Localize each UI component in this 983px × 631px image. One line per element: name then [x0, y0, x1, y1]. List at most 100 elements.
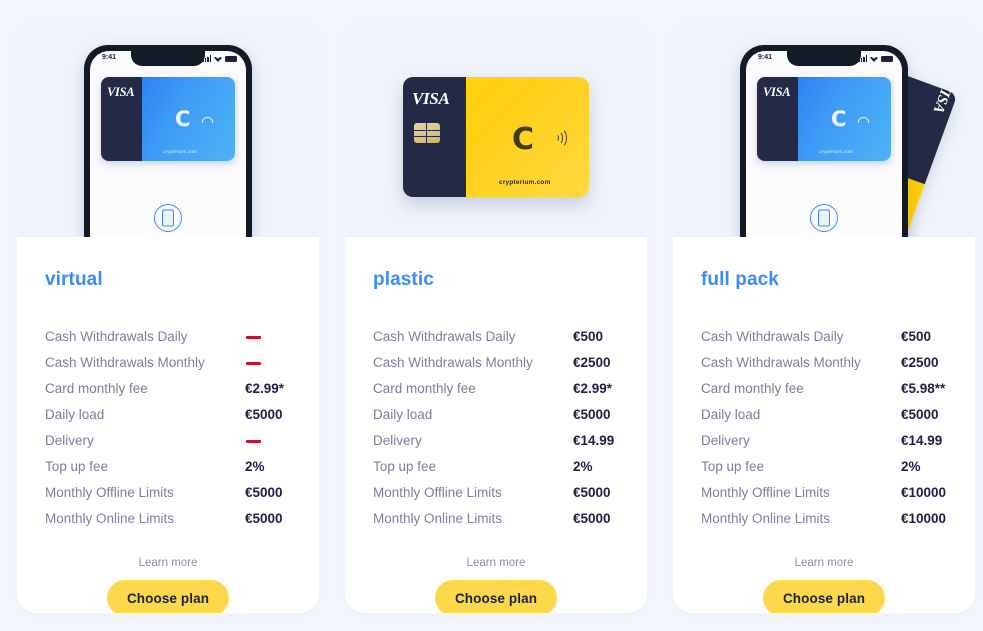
plan-spec-list: Cash Withdrawals Daily €500 Cash Withdra… — [373, 324, 623, 532]
spec-label: Daily load — [373, 407, 433, 422]
spec-label: Delivery — [701, 433, 750, 448]
spec-row: Delivery €14.99 — [373, 428, 623, 454]
spec-label: Cash Withdrawals Daily — [45, 329, 188, 344]
hold-near-reader-icon — [810, 204, 838, 232]
plan-title: plastic — [373, 269, 434, 290]
phone-mockup: 9:41 VISA C crypterium.com — [84, 45, 252, 237]
spec-value-dash-icon — [246, 362, 261, 365]
plan-title: full pack — [701, 269, 779, 290]
visa-logo: VISA — [412, 89, 450, 108]
plan-spec-list: Cash Withdrawals Daily Cash Withdrawals … — [45, 324, 295, 532]
spec-row: Card monthly fee €5.98** — [701, 376, 951, 402]
spec-row: Card monthly fee €2.99* — [373, 376, 623, 402]
learn-more-link[interactable]: Learn more — [673, 557, 975, 569]
contactless-icon — [553, 128, 567, 148]
spec-label: Top up fee — [701, 459, 765, 474]
spec-row: Cash Withdrawals Daily — [45, 324, 295, 350]
spec-row: Daily load €5000 — [45, 402, 295, 428]
spec-value: €14.99 — [901, 433, 943, 448]
spec-value: €5000 — [573, 485, 611, 500]
spec-label: Cash Withdrawals Monthly — [373, 355, 533, 370]
contactless-icon — [202, 117, 213, 123]
visa-logo: VISA — [763, 85, 791, 99]
contactless-icon — [858, 117, 869, 123]
spec-row: Cash Withdrawals Monthly €2500 — [373, 350, 623, 376]
phone-screen: 9:41 VISA C crypterium.com — [746, 51, 902, 237]
wifi-icon — [214, 56, 222, 62]
spec-value: €10000 — [901, 511, 947, 526]
crypterium-c-logo: C — [175, 107, 191, 131]
spec-value: €500 — [901, 329, 932, 344]
spec-value: €5.98** — [901, 381, 946, 396]
spec-row: Top up fee 2% — [701, 454, 951, 480]
spec-row: Cash Withdrawals Monthly — [45, 350, 295, 376]
learn-more-link[interactable]: Learn more — [345, 557, 647, 569]
spec-row: Delivery — [45, 428, 295, 454]
spec-label: Monthly Offline Limits — [701, 485, 830, 500]
plan-title: virtual — [45, 269, 103, 290]
spec-label: Monthly Online Limits — [373, 511, 503, 526]
status-time: 9:41 — [758, 54, 773, 61]
spec-label: Card monthly fee — [45, 381, 148, 396]
spec-row: Daily load €5000 — [373, 402, 623, 428]
virtual-visa-card: VISA C crypterium.com — [757, 77, 891, 161]
spec-label: Daily load — [701, 407, 761, 422]
emv-chip-icon — [414, 123, 440, 143]
spec-row: Delivery €14.99 — [701, 428, 951, 454]
choose-plan-button[interactable]: Choose plan — [435, 580, 557, 613]
spec-row: Cash Withdrawals Daily €500 — [701, 324, 951, 350]
phone-notch-icon — [787, 51, 861, 66]
spec-row: Card monthly fee €2.99* — [45, 376, 295, 402]
spec-label: Cash Withdrawals Daily — [701, 329, 844, 344]
plan-spec-list: Cash Withdrawals Daily €500 Cash Withdra… — [701, 324, 951, 532]
spec-row: Daily load €5000 — [701, 402, 951, 428]
card-domain-text: crypterium.com — [163, 149, 198, 154]
spec-value: €2.99* — [245, 381, 285, 396]
plan-card-virtual[interactable]: 9:41 VISA C crypterium.com virtual Cash … — [17, 19, 319, 613]
spec-row: Monthly Online Limits €5000 — [373, 506, 623, 532]
card-domain-text: crypterium.com — [499, 179, 551, 186]
wifi-icon — [870, 56, 878, 62]
spec-value: €5000 — [245, 407, 283, 422]
spec-value-dash-icon — [246, 336, 261, 339]
spec-row: Monthly Online Limits €5000 — [45, 506, 295, 532]
status-time: 9:41 — [102, 54, 117, 61]
plan-card-plastic[interactable]: VISA C crypterium.com plastic Cash Withd… — [345, 19, 647, 613]
spec-value: €14.99 — [573, 433, 615, 448]
spec-value: €5000 — [573, 511, 611, 526]
spec-label: Card monthly fee — [701, 381, 804, 396]
choose-plan-button[interactable]: Choose plan — [763, 580, 885, 613]
spec-row: Monthly Offline Limits €5000 — [373, 480, 623, 506]
choose-plan-button[interactable]: Choose plan — [107, 580, 229, 613]
plan-artwork-virtual: 9:41 VISA C crypterium.com — [17, 19, 319, 237]
hold-near-reader-icon — [154, 204, 182, 232]
phone-notch-icon — [131, 51, 205, 66]
spec-label: Cash Withdrawals Daily — [373, 329, 516, 344]
spec-label: Monthly Offline Limits — [373, 485, 502, 500]
spec-label: Monthly Online Limits — [701, 511, 831, 526]
spec-row: Monthly Offline Limits €10000 — [701, 480, 951, 506]
spec-value: €2.99* — [573, 381, 613, 396]
plan-body-plastic: plastic Cash Withdrawals Daily €500 Cash… — [345, 237, 647, 613]
spec-label: Cash Withdrawals Monthly — [701, 355, 861, 370]
hold-near-reader-inner — [162, 209, 174, 227]
plan-card-full-pack[interactable]: VISA 9:41 VISA C crypterium.com full pac… — [673, 19, 975, 613]
spec-row: Cash Withdrawals Daily €500 — [373, 324, 623, 350]
spec-label: Top up fee — [45, 459, 109, 474]
spec-label: Monthly Offline Limits — [45, 485, 174, 500]
spec-label: Top up fee — [373, 459, 437, 474]
crypterium-c-logo: C — [831, 107, 847, 131]
spec-value: 2% — [245, 459, 265, 474]
spec-row: Monthly Offline Limits €5000 — [45, 480, 295, 506]
spec-label: Cash Withdrawals Monthly — [45, 355, 205, 370]
spec-value: €10000 — [901, 485, 947, 500]
spec-label: Card monthly fee — [373, 381, 476, 396]
spec-value: €2500 — [901, 355, 939, 370]
hold-near-reader-inner — [818, 209, 830, 227]
learn-more-link[interactable]: Learn more — [17, 557, 319, 569]
spec-value: €2500 — [573, 355, 611, 370]
spec-label: Monthly Online Limits — [45, 511, 175, 526]
phone-screen: 9:41 VISA C crypterium.com — [90, 51, 246, 237]
visa-logo: VISA — [107, 85, 135, 99]
virtual-visa-card: VISA C crypterium.com — [101, 77, 235, 161]
